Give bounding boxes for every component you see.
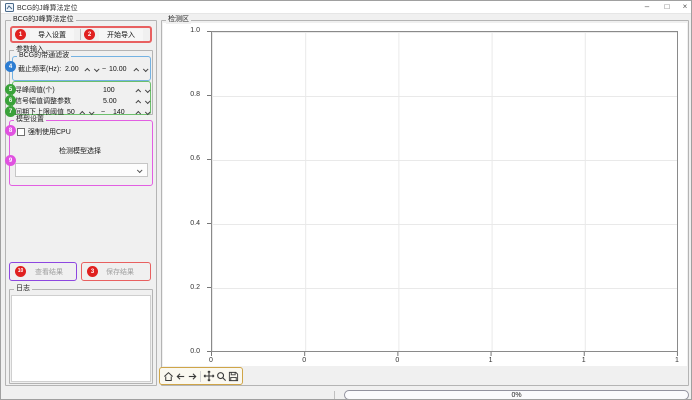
x-tick: 0 [296,357,312,365]
log-group-label: 日志 [14,285,32,293]
app-window: BCG的J峰算法定位 – □ × BCG的J峰算法定位 1 导入设置 2 开始导… [0,0,692,400]
cutoff-low-spinner[interactable] [86,66,98,74]
y-axis-tick-labels: 1.0 0.8 0.6 0.4 0.2 0.0 [161,27,207,356]
spin-up-icon[interactable] [135,111,141,117]
home-icon[interactable] [163,369,174,383]
y-tick: 0.6 [190,155,207,163]
amplitude-adjust-label: 信号幅值调整参数 [15,97,71,106]
annotation-badge-3: 3 [87,266,98,277]
model-select-label: 检测模型选择 [59,147,101,156]
minimize-button[interactable]: – [639,1,655,13]
annotation-badge-10: 10 [15,266,26,277]
titlebar: BCG的J峰算法定位 – □ × [1,1,692,14]
interval-high-spinner[interactable] [137,109,149,117]
close-button[interactable]: × [677,1,692,13]
start-import-button[interactable]: 开始导入 [99,29,143,41]
cutoff-low-value[interactable]: 2.00 [65,65,79,74]
progress-label: 0% [511,392,521,399]
amplitude-adjust-spinner[interactable] [137,98,149,106]
amplitude-adjust-value[interactable]: 5.00 [103,97,117,106]
peak-threshold-spinner[interactable] [137,87,149,95]
log-textarea[interactable] [11,295,151,382]
x-tick: 1 [576,357,592,365]
model-settings-label: 模型设置 [14,116,46,124]
x-tick: 0 [389,357,405,365]
model-select-combobox[interactable] [15,163,148,177]
chevron-down-icon [137,167,143,173]
interval-tilde: ~ [101,108,105,117]
cutoff-high-spinner[interactable] [135,66,147,74]
app-icon [5,3,14,12]
window-title: BCG的J峰算法定位 [17,3,78,13]
zoom-icon[interactable] [216,369,227,383]
annotation-badge-1: 1 [15,29,26,40]
spin-up-icon[interactable] [135,89,141,95]
y-tick: 0.2 [190,284,207,292]
cutoff-high-value[interactable]: 10.00 [109,65,127,74]
range-tilde: ~ [102,65,106,74]
peak-threshold-label: 寻峰阈值(个) [15,86,55,95]
x-axis-tick-marks [211,352,678,356]
spin-up-icon[interactable] [79,111,85,117]
x-tick: 1 [483,357,499,365]
interval-high-value[interactable]: 140 [113,108,125,117]
annotation-badge-4: 4 [5,61,16,72]
annotation-badge-7: 7 [5,106,16,117]
plot-panel-label: 检测区 [166,16,191,24]
force-cpu-checkbox[interactable] [17,128,25,136]
toolbar-separator [200,371,201,382]
annotation-badge-5: 5 [5,84,16,95]
statusbar-divider [334,391,335,400]
x-tick: 0 [203,357,219,365]
interval-low-value[interactable]: 50 [67,108,75,117]
import-settings-button[interactable]: 导入设置 [30,29,74,41]
spin-up-icon[interactable] [133,68,139,74]
annotation-badge-2: 2 [84,29,95,40]
plot-area [211,31,678,352]
x-axis-tick-labels: 0 0 0 1 1 1 [203,357,685,365]
progress-bar: 0% [344,390,689,400]
left-panel-group-label: BCG的J峰算法定位 [11,16,76,24]
y-tick: 0.4 [190,220,207,228]
y-tick: 1.0 [190,27,207,35]
plot-toolbar [159,367,243,385]
force-cpu-label: 强制使用CPU [28,128,71,137]
peak-threshold-value[interactable]: 100 [103,86,115,95]
y-tick: 0.8 [190,91,207,99]
view-results-button[interactable]: 查看结果 [32,266,66,277]
annotation-badge-9: 9 [5,155,16,166]
forward-icon[interactable] [187,369,198,383]
y-tick: 0.0 [190,348,207,356]
save-results-button[interactable]: 保存结果 [103,266,137,277]
cutoff-frequency-label: 截止频率(Hz): [18,65,61,74]
spin-up-icon[interactable] [84,68,90,74]
pan-icon[interactable] [203,369,215,383]
spin-up-icon[interactable] [135,100,141,106]
interval-low-spinner[interactable] [81,109,93,117]
x-tick: 1 [669,357,685,365]
annotation-badge-6: 6 [5,95,16,106]
bandpass-group-label: BCG的带通滤波 [17,52,71,60]
import-buttons-divider [80,29,81,40]
y-axis-tick-marks [207,31,211,352]
save-icon[interactable] [228,369,239,383]
back-icon[interactable] [175,369,186,383]
annotation-badge-8: 8 [5,125,16,136]
maximize-button[interactable]: □ [659,1,675,13]
